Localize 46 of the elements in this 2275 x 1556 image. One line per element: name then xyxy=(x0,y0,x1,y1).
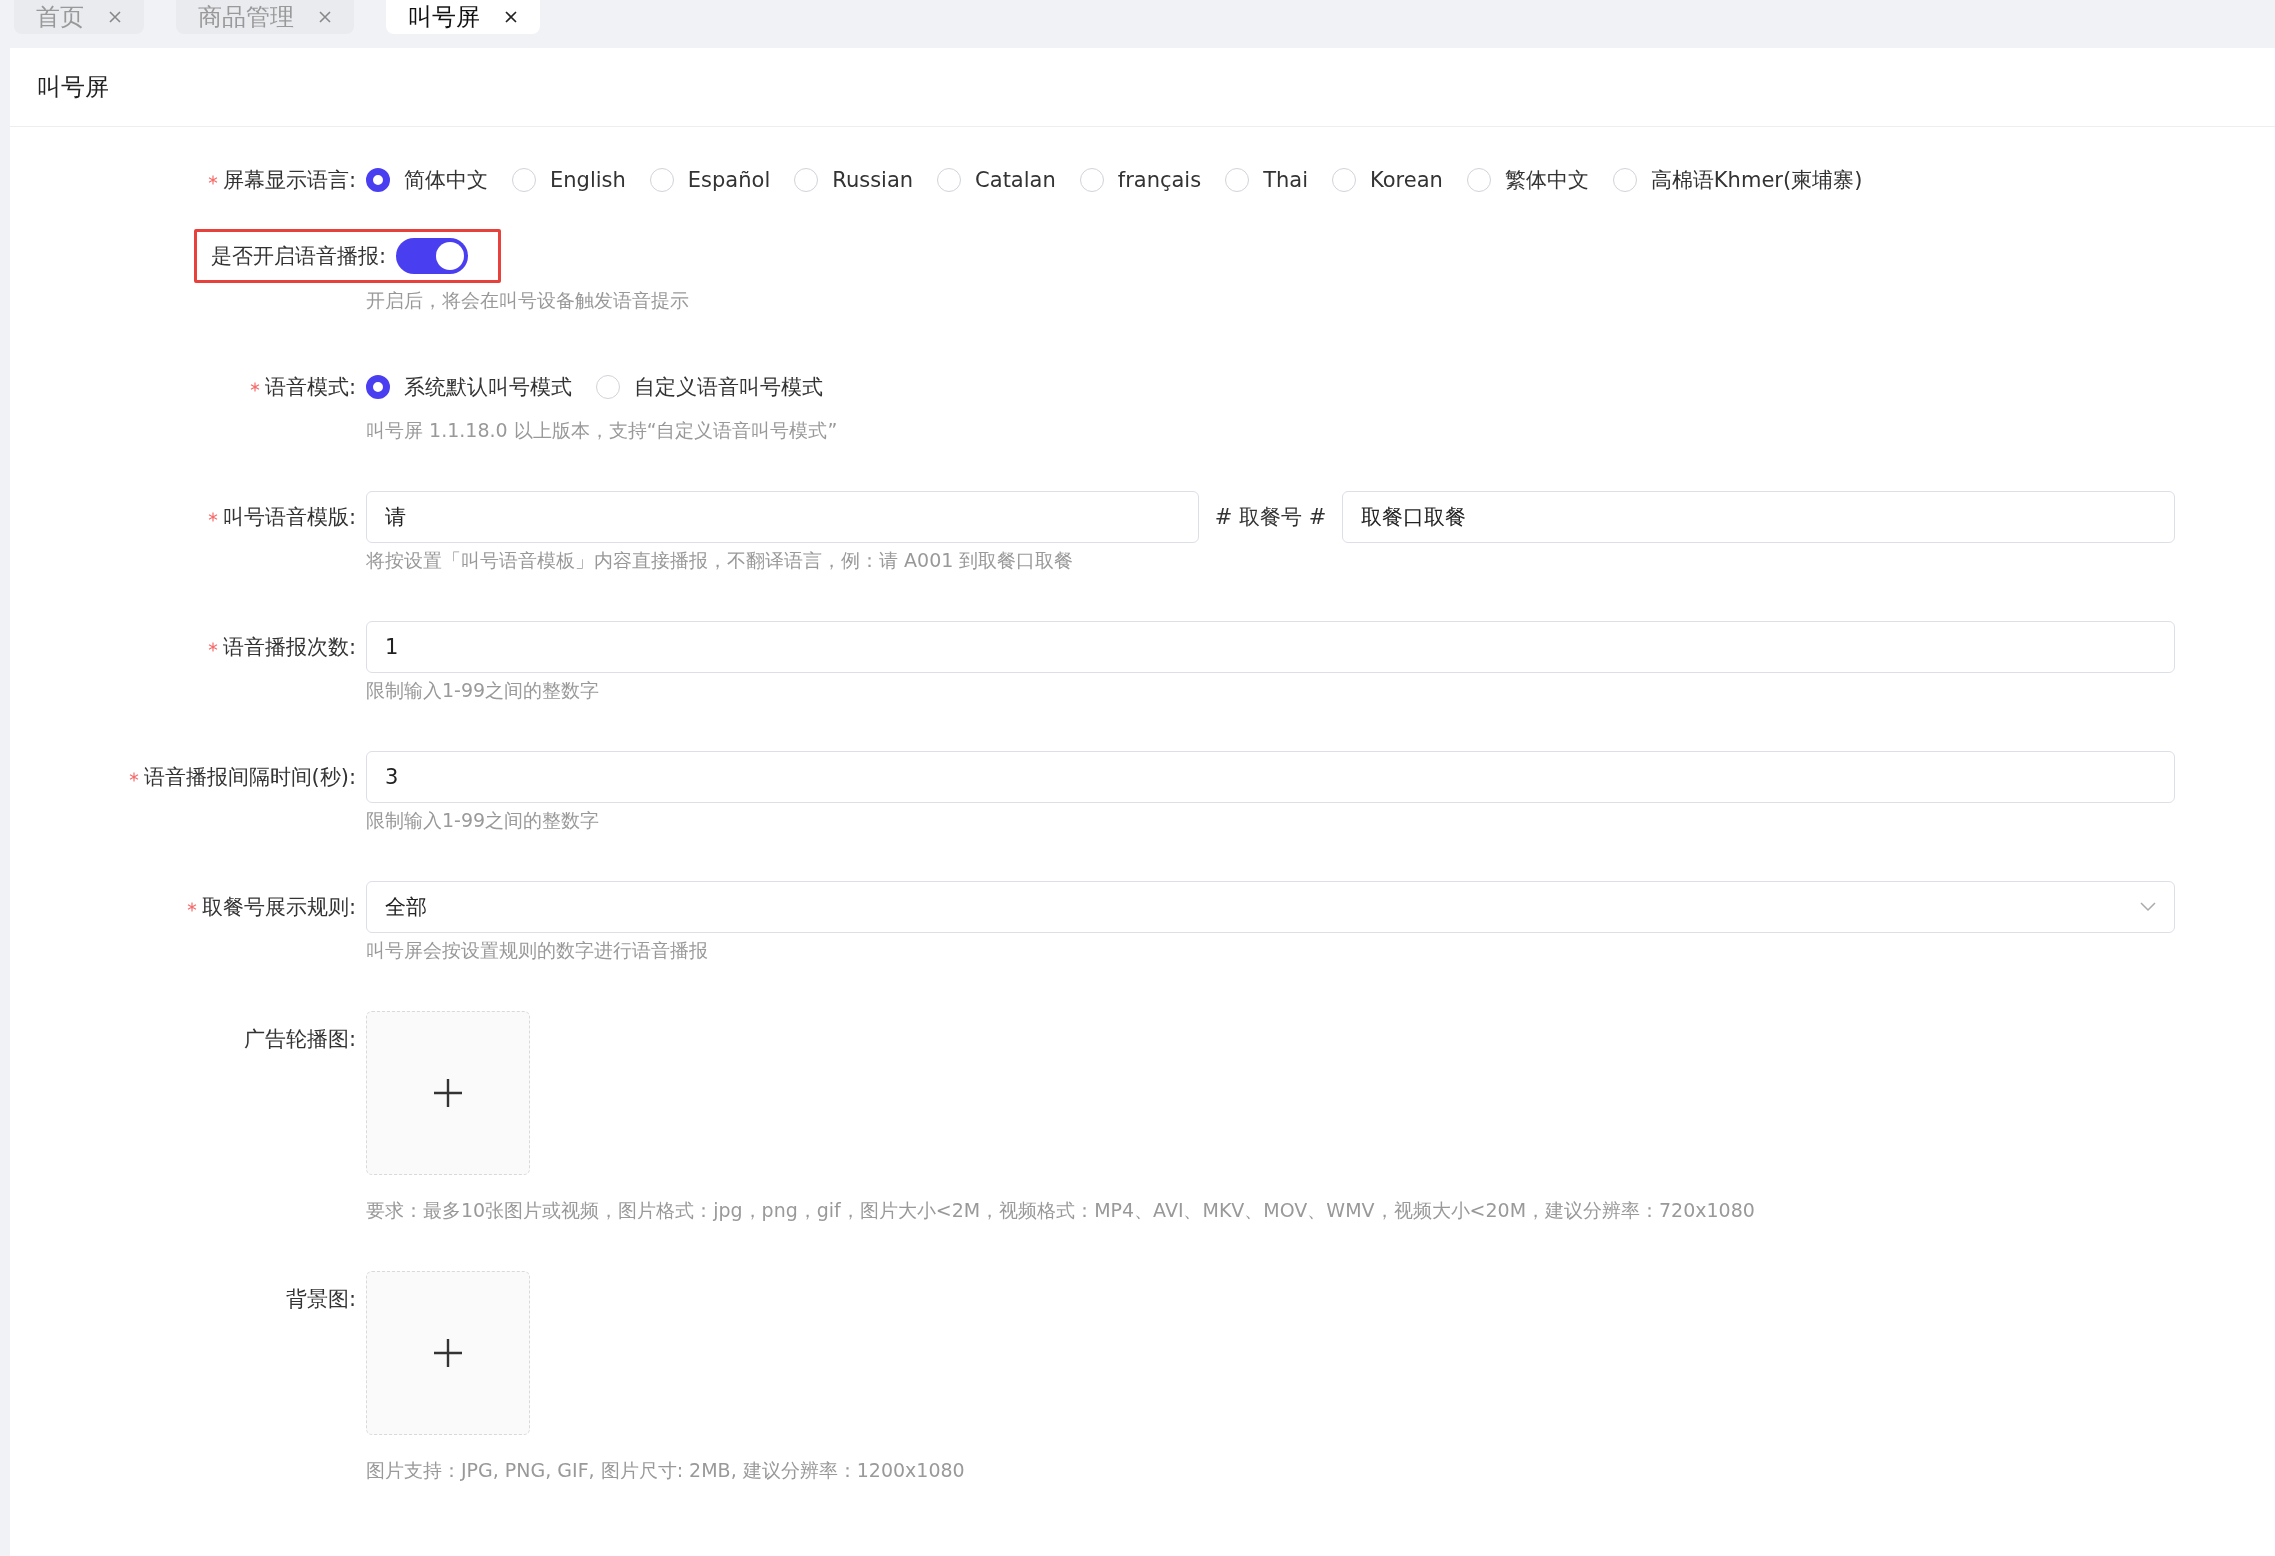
radio-option[interactable]: 简体中文 xyxy=(366,166,488,194)
radio-option[interactable]: Russian xyxy=(794,166,914,194)
page-title: 叫号屏 xyxy=(37,72,109,103)
field-label: 背景图: xyxy=(285,1286,356,1313)
radio-option[interactable]: 高棉语Khmer(柬埔寨) xyxy=(1612,166,1863,194)
input-field[interactable]: 取餐口取餐 xyxy=(1342,491,2175,543)
hint-text: 将按设置「叫号语音模板」内容直接播报，不翻译语言，例：请 A001 到取餐口取餐 xyxy=(366,548,1075,573)
upload-button[interactable] xyxy=(366,1271,530,1435)
field-label: 叫号语音模版: xyxy=(222,504,356,531)
field-label: 语音模式: xyxy=(264,374,356,401)
radio-option[interactable]: Español xyxy=(649,166,771,194)
hint-text: 限制输入1-99之间的整数字 xyxy=(366,808,601,833)
upload-button[interactable] xyxy=(366,1011,530,1175)
field-label: 取餐号展示规则: xyxy=(201,894,356,921)
hint-text: 限制输入1-99之间的整数字 xyxy=(366,678,601,703)
field-label: 语音播报间隔时间(秒): xyxy=(143,764,356,791)
separator-label: # 取餐号 # xyxy=(1214,504,1327,531)
plus-icon xyxy=(433,1078,463,1108)
input-field[interactable]: 1 xyxy=(366,621,2175,673)
field-label: 是否开启语音播报: xyxy=(210,243,386,270)
field-label: 语音播报次数: xyxy=(222,634,356,661)
input-field[interactable]: 3 xyxy=(366,751,2175,803)
radio-option[interactable]: Thai xyxy=(1225,166,1308,194)
field-label: 广告轮播图: xyxy=(243,1026,356,1053)
radio-icon[interactable] xyxy=(366,375,390,399)
tab[interactable]: 叫号屏 xyxy=(386,0,540,34)
plus-icon xyxy=(433,1338,463,1368)
toggle-switch[interactable] xyxy=(396,238,468,274)
field-label: 屏幕显示语言: xyxy=(222,167,356,194)
chevron-down-icon xyxy=(2140,902,2156,912)
select-field[interactable]: 全部 xyxy=(366,881,2175,933)
radio-option[interactable]: français xyxy=(1079,166,1202,194)
radio-option[interactable]: 繁体中文 xyxy=(1466,166,1589,194)
close-icon[interactable] xyxy=(504,10,518,24)
radio-icon[interactable] xyxy=(366,168,390,192)
input-field[interactable]: 请 xyxy=(366,491,1199,543)
radio-option[interactable]: Korean xyxy=(1332,166,1443,194)
radio-option[interactable]: 系统默认叫号模式 xyxy=(366,373,572,401)
radio-option[interactable]: Catalan xyxy=(937,166,1056,194)
hint-text: 开启后，将会在叫号设备触发语音提示 xyxy=(366,288,690,313)
hint-text: 叫号屏会按设置规则的数字进行语音播报 xyxy=(366,938,709,963)
radio-option[interactable]: 自定义语音叫号模式 xyxy=(596,373,823,401)
hint-text: 叫号屏 1.1.18.0 以上版本，支持“自定义语音叫号模式” xyxy=(366,418,839,443)
radio-option[interactable]: English xyxy=(512,166,626,194)
hint-text: 要求：最多10张图片或视频，图片格式：jpg，png，gif，图片大小<2M，视频格式：MP4、AVI、MKV、MOV、WMV，视频大小<20M，建议分辨率：720x1080 xyxy=(366,1198,1756,1223)
hint-text: 图片支持：JPG, PNG, GIF, 图片尺寸: 2MB, 建议分辨率：1200x1080 xyxy=(366,1458,966,1483)
